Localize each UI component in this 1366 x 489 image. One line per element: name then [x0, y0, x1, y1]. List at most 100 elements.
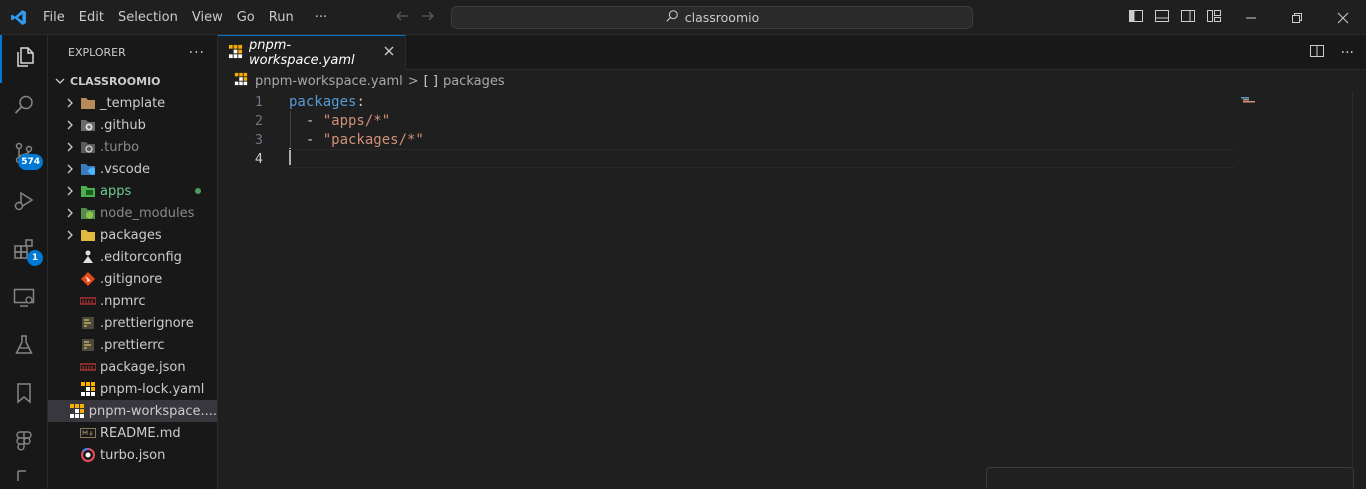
- command-center-text: classroomio: [684, 10, 760, 25]
- command-center-search[interactable]: classroomio: [451, 6, 973, 29]
- tree-file-prettierignore[interactable]: .prettierignore: [48, 312, 217, 334]
- menu-edit[interactable]: Edit: [72, 0, 111, 35]
- breadcrumb-file[interactable]: pnpm-workspace.yaml: [255, 74, 403, 89]
- menu-run[interactable]: Run: [262, 0, 301, 35]
- tab-label: pnpm-workspace.yaml: [249, 38, 355, 68]
- menu-go[interactable]: Go: [230, 0, 262, 35]
- tree-item-label: package.json: [100, 359, 186, 375]
- file-icon: [12, 467, 36, 485]
- tab-pnpm-workspace[interactable]: pnpm-workspace.yaml: [218, 35, 406, 70]
- close-icon[interactable]: [383, 45, 395, 61]
- line-number: 1: [254, 93, 263, 110]
- tree-file-gitignore[interactable]: .gitignore: [48, 268, 217, 290]
- chevron-right-icon: [62, 114, 78, 136]
- editor-tabs: pnpm-workspace.yaml ···: [218, 35, 1366, 70]
- window-controls: [1228, 0, 1366, 35]
- explorer-more-actions[interactable]: ···: [189, 45, 205, 61]
- github-folder-icon: [80, 117, 96, 133]
- testing-activity[interactable]: [0, 323, 48, 371]
- editor-scrollbar[interactable]: [1352, 92, 1366, 489]
- chevron-right-icon: [62, 180, 78, 202]
- chevron-down-icon: [52, 75, 68, 87]
- yaml-dash: -: [289, 131, 323, 148]
- code-line[interactable]: 2 - "apps/*": [218, 111, 1366, 130]
- run-debug-activity[interactable]: [0, 179, 48, 227]
- code-line[interactable]: 1 packages:: [218, 92, 1366, 111]
- restore-icon[interactable]: [1274, 0, 1320, 35]
- npm-icon: [80, 293, 96, 309]
- figma-icon: [12, 429, 36, 457]
- code-line[interactable]: 3 - "packages/*": [218, 130, 1366, 149]
- tree-file-pnpm-workspace[interactable]: pnpm-workspace....: [48, 400, 217, 422]
- notification-toast[interactable]: [986, 467, 1354, 489]
- code-line-current[interactable]: 4: [218, 148, 1366, 168]
- tree-item-label: .editorconfig: [100, 249, 182, 265]
- tree-file-npmrc[interactable]: .npmrc: [48, 290, 217, 312]
- apps-folder-icon: [80, 183, 96, 199]
- search-activity[interactable]: [0, 83, 48, 131]
- pnpm-icon: [69, 403, 85, 419]
- tree-file-pnpm-lock[interactable]: pnpm-lock.yaml: [48, 378, 217, 400]
- tree-folder-vscode[interactable]: .vscode: [48, 158, 217, 180]
- bookmarks-activity[interactable]: [0, 371, 48, 419]
- tree-item-label: .gitignore: [100, 271, 163, 287]
- tree-item-label: pnpm-lock.yaml: [100, 381, 205, 397]
- toggle-primary-sidebar-icon[interactable]: [1128, 8, 1144, 28]
- remote-explorer-icon: [12, 285, 36, 313]
- tree-file-package-json[interactable]: package.json: [48, 356, 217, 378]
- tree-item-label: .prettierignore: [100, 315, 194, 331]
- tree-file-readme[interactable]: README.md: [48, 422, 217, 444]
- tree-folder-template[interactable]: _template: [48, 92, 217, 114]
- tree-folder-packages[interactable]: packages: [48, 224, 217, 246]
- tree-item-label: pnpm-workspace....: [88, 403, 217, 419]
- customize-layout-icon[interactable]: [1206, 8, 1222, 28]
- yaml-key: packages: [289, 93, 357, 110]
- toggle-secondary-sidebar-icon[interactable]: [1180, 8, 1196, 28]
- toggle-panel-icon[interactable]: [1154, 8, 1170, 28]
- menu-more[interactable]: ···: [301, 0, 334, 35]
- menu-file[interactable]: File: [36, 0, 72, 35]
- source-control-activity[interactable]: 574: [0, 131, 48, 179]
- tree-folder-node-modules[interactable]: node_modules: [48, 202, 217, 224]
- split-editor-icon[interactable]: [1309, 43, 1325, 63]
- breadcrumb-separator: >: [407, 73, 419, 89]
- vscode-folder-icon: [80, 161, 96, 177]
- more-actions-icon[interactable]: ···: [1341, 45, 1354, 61]
- more-activity[interactable]: [0, 467, 48, 489]
- minimize-icon[interactable]: [1228, 0, 1274, 35]
- explorer-title: EXPLORER: [68, 46, 126, 59]
- close-window-icon[interactable]: [1320, 0, 1366, 35]
- extensions-activity[interactable]: 1: [0, 227, 48, 275]
- forward-arrow-icon[interactable]: [420, 8, 436, 28]
- tree-folder-apps[interactable]: apps: [48, 180, 217, 202]
- tree-file-editorconfig[interactable]: .editorconfig: [48, 246, 217, 268]
- tree-file-prettierrc[interactable]: .prettierrc: [48, 334, 217, 356]
- explorer-activity[interactable]: [0, 35, 48, 83]
- menu-selection[interactable]: Selection: [111, 0, 185, 35]
- markdown-icon: [80, 425, 96, 441]
- flask-icon: [12, 333, 36, 361]
- workspace-root-header[interactable]: CLASSROOMIO: [48, 70, 217, 92]
- menu-view[interactable]: View: [185, 0, 230, 35]
- tree-item-label: node_modules: [100, 205, 195, 221]
- chevron-right-icon: [62, 224, 78, 246]
- minimap[interactable]: [1241, 92, 1261, 107]
- tree-file-turbo-json[interactable]: turbo.json: [48, 444, 217, 466]
- figma-activity[interactable]: [0, 419, 48, 467]
- tree-item-label: .turbo: [100, 139, 140, 155]
- tree-folder-github[interactable]: .github: [48, 114, 217, 136]
- breadcrumb-symbol[interactable]: packages: [443, 74, 505, 89]
- code-editor[interactable]: 1 packages: 2 - "apps/*" 3 - "packages/*…: [218, 92, 1366, 168]
- source-control-badge: 574: [18, 154, 43, 170]
- search-icon: [665, 9, 679, 26]
- tree-folder-turbo[interactable]: .turbo: [48, 136, 217, 158]
- current-line-highlight: [289, 149, 1235, 168]
- back-arrow-icon[interactable]: [394, 8, 410, 28]
- explorer-sidebar: EXPLORER ··· CLASSROOMIO _template .gith…: [48, 35, 218, 489]
- tree-item-label: packages: [100, 227, 162, 243]
- pnpm-icon: [228, 44, 243, 63]
- activity-bar: 574 1: [0, 35, 48, 489]
- title-bar: File Edit Selection View Go Run ··· clas…: [0, 0, 1366, 35]
- remote-explorer-activity[interactable]: [0, 275, 48, 323]
- extensions-badge: 1: [27, 250, 43, 266]
